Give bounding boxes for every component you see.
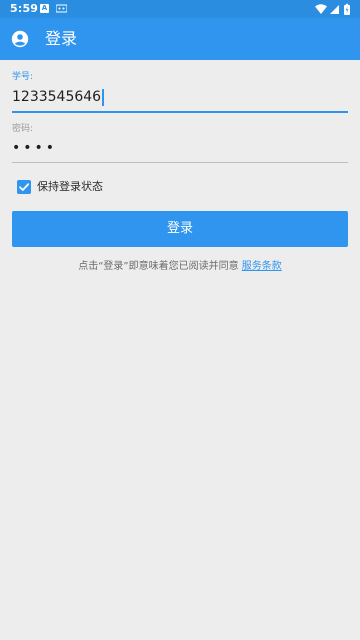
status-time: 5:59 [10,2,39,15]
student-id-underline [12,111,348,113]
status-right-icons [315,3,350,15]
account-circle-icon [11,30,29,48]
student-id-input[interactable]: 1233545646 [12,88,348,110]
terms-of-service-link[interactable]: 服务条款 [242,261,282,272]
battery-icon [344,3,350,15]
password-input[interactable]: •••• [12,141,57,155]
student-id-label: 学号: [12,72,34,82]
status-bar: 5:59 A [0,0,360,18]
text-cursor [102,88,105,106]
remember-login-checkbox[interactable] [17,180,31,194]
student-id-value: 1233545646 [12,89,102,105]
remember-login-label[interactable]: 保持登录状态 [37,180,103,194]
cell-signal-icon [330,5,339,14]
password-label: 密码: [12,124,34,134]
wifi-icon [315,4,327,14]
login-screen: 5:59 A 登录 学号: 1233545646 密码: •••• 保持登录状态… [0,0,360,640]
terms-notice: 点击“登录”即意味着您已阅读并同意 服务条款 [0,260,360,274]
app-bar: 登录 [0,18,360,60]
notification-android-icon [56,4,67,13]
terms-text: 点击“登录”即意味着您已阅读并同意 [78,261,239,272]
login-button[interactable]: 登录 [12,211,348,247]
page-title: 登录 [45,29,78,48]
password-underline [12,162,348,163]
notification-a-icon: A [40,4,49,13]
